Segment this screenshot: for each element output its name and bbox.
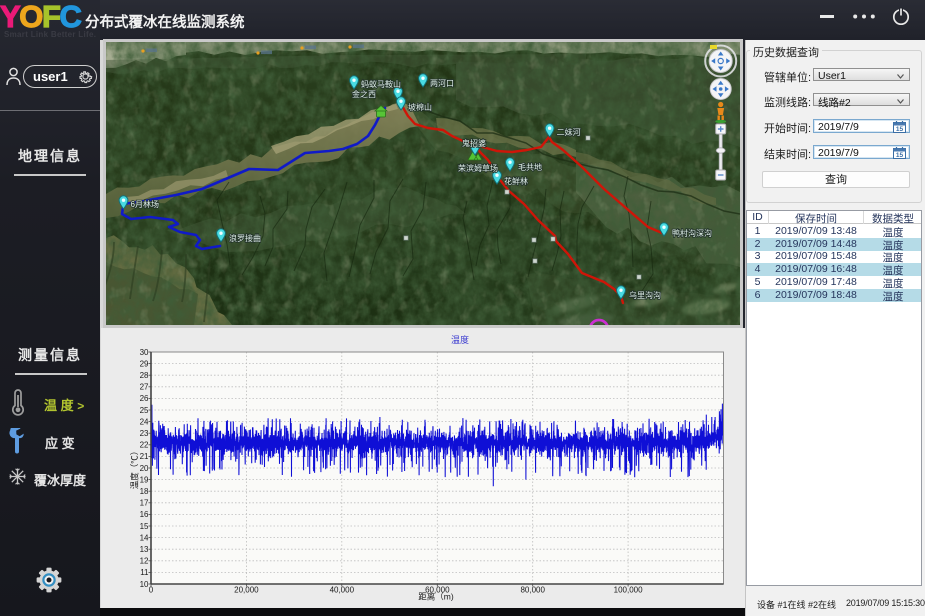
svg-text:温度: 温度 (451, 334, 469, 345)
svg-text:10: 10 (140, 580, 149, 589)
svg-text:30: 30 (140, 348, 149, 357)
svg-text:13: 13 (140, 545, 149, 554)
svg-text:25: 25 (140, 406, 149, 415)
svg-text:28: 28 (140, 371, 149, 380)
svg-text:蚂蚁马鞍山: 蚂蚁马鞍山 (361, 79, 401, 89)
svg-text:二妹河: 二妹河 (557, 127, 581, 137)
svg-text:20: 20 (140, 464, 149, 473)
svg-text:毛共地: 毛共地 (518, 162, 542, 172)
svg-text:0: 0 (149, 586, 154, 595)
svg-text:26: 26 (140, 394, 149, 403)
svg-text:23: 23 (140, 429, 149, 438)
svg-text:乌里沟沟: 乌里沟沟 (629, 290, 661, 300)
svg-text:27: 27 (140, 383, 149, 392)
svg-text:鬼招婆: 鬼招婆 (462, 138, 486, 148)
svg-text:16: 16 (140, 510, 149, 519)
svg-text:20,000: 20,000 (234, 586, 259, 595)
svg-text:24: 24 (140, 417, 149, 426)
svg-text:80,000: 80,000 (520, 586, 545, 595)
svg-text:18: 18 (140, 487, 149, 496)
svg-text:100,000: 100,000 (614, 586, 643, 595)
svg-text:17: 17 (140, 499, 149, 508)
svg-text:鸭村沟深沟: 鸭村沟深沟 (672, 228, 712, 238)
svg-text:两河口: 两河口 (430, 78, 454, 88)
svg-text:19: 19 (140, 475, 149, 484)
svg-text:距离（m): 距离（m) (418, 592, 454, 602)
svg-text:金之西: 金之西 (352, 89, 376, 99)
svg-text:21: 21 (140, 452, 149, 461)
svg-text:22: 22 (140, 441, 149, 450)
svg-text:6月林场: 6月林场 (131, 199, 159, 209)
svg-text:11: 11 (140, 568, 149, 577)
svg-text:15: 15 (896, 126, 904, 133)
svg-text:15: 15 (140, 522, 149, 531)
svg-text:14: 14 (140, 533, 149, 542)
svg-text:29: 29 (140, 359, 149, 368)
svg-text:花鲜林: 花鲜林 (504, 176, 528, 186)
svg-text:浪罗接曲: 浪罗接曲 (229, 233, 261, 243)
svg-text:温度（℃）: 温度（℃） (130, 447, 140, 490)
svg-text:坡棉山: 坡棉山 (408, 102, 432, 112)
svg-text:15: 15 (896, 152, 904, 159)
svg-text:12: 12 (140, 557, 149, 566)
svg-text:荣滨姆草场: 荣滨姆草场 (458, 163, 498, 173)
svg-text:40,000: 40,000 (330, 586, 355, 595)
